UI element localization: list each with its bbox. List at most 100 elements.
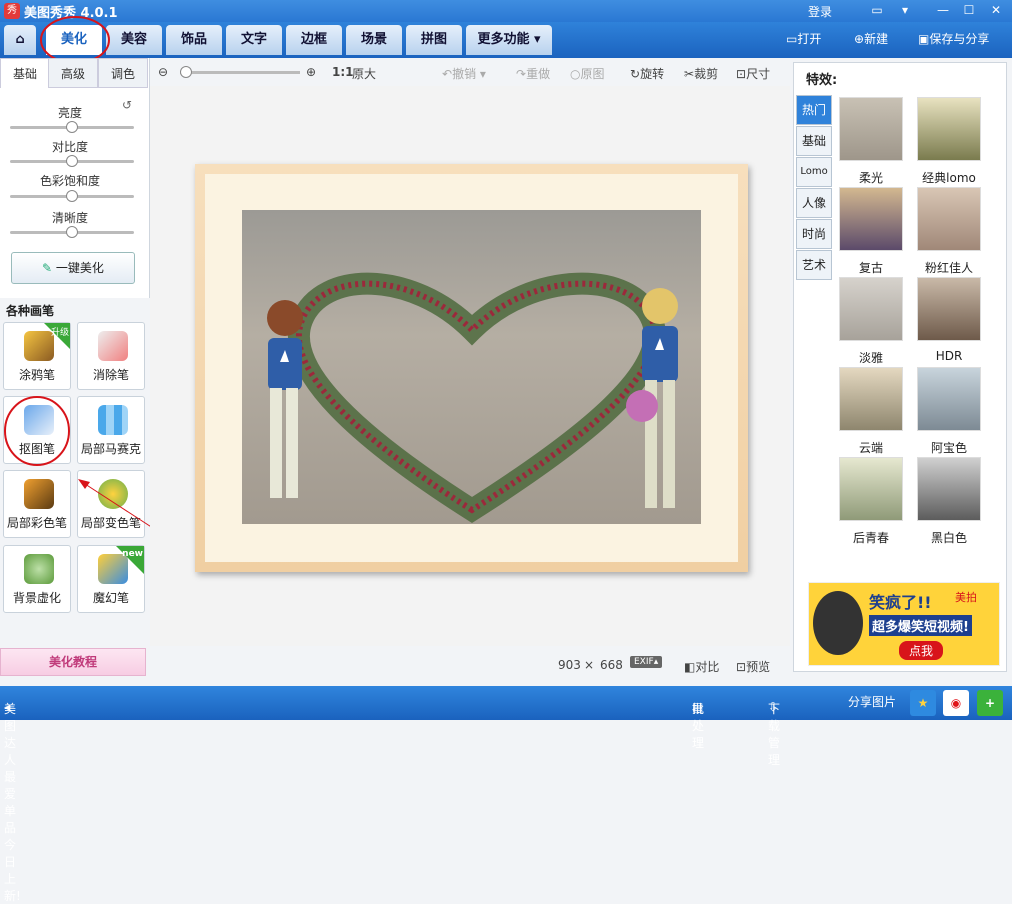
ratio-button[interactable]: 1:1 [332, 65, 354, 79]
annotation-arrowhead [78, 479, 90, 489]
redo-button[interactable]: ↷重做 [516, 65, 550, 82]
subtab-basic[interactable]: 基础 [0, 58, 50, 88]
brightness-knob[interactable] [66, 121, 78, 133]
rotate-button[interactable]: ↻旋转 [630, 65, 664, 82]
doodle-brush-label: 涂鸦笔 [18, 368, 55, 382]
brushes-heading: 各种画笔 [6, 304, 55, 318]
save-share-button[interactable]: ▣ 保存与分享 [918, 30, 989, 47]
ad-line1: 笑疯了!! [869, 593, 932, 612]
saturation-knob[interactable] [66, 190, 78, 202]
zoom-out-icon[interactable]: ⊖ [158, 65, 168, 79]
exif-label: EXIF [634, 657, 654, 667]
fx-tab-portrait[interactable]: 人像 [796, 188, 832, 218]
close-icon[interactable]: ✕ [987, 2, 1005, 18]
maximize-icon[interactable]: ☐ [960, 2, 978, 18]
effect-label-retro: 复古 [858, 261, 883, 275]
effect-thumb-hdr[interactable] [917, 277, 981, 341]
tab-text[interactable]: 文字 [226, 25, 282, 55]
ad-cta: 点我 [899, 641, 944, 660]
effect-thumb-elegant[interactable] [839, 277, 903, 341]
one-key-beautify-button[interactable]: ✎ 一键美化 [11, 252, 135, 284]
tab-collage[interactable]: 拼图 [406, 25, 462, 55]
sharpness-knob[interactable] [66, 226, 78, 238]
eraser-brush-button[interactable]: 消除笔 [77, 322, 145, 390]
compare-button[interactable]: ◧对比 [684, 658, 719, 675]
contrast-slider[interactable] [10, 155, 134, 167]
effect-thumb-youth[interactable] [839, 457, 903, 521]
effect-thumb-soft-light[interactable] [839, 97, 903, 161]
resize-button[interactable]: ⊡尺寸 [736, 65, 770, 82]
tab-scenes[interactable]: 场景 [346, 25, 402, 55]
qzone-star-icon[interactable]: ★ [910, 690, 936, 716]
sharpness-slider[interactable] [10, 226, 134, 238]
zoom-in-icon[interactable]: ⊕ [306, 65, 316, 79]
tutorial-button[interactable]: 美化教程 [0, 648, 146, 676]
effects-panel: 特效: 热门 基础 Lomo 人像 时尚 艺术 柔光 经典lomo 复古 粉红佳… [793, 62, 1007, 672]
effect-thumb-bw[interactable] [917, 457, 981, 521]
new-button[interactable]: ⊕ 新建 [854, 30, 888, 47]
tab-frames[interactable]: 边框 [286, 25, 342, 55]
effect-label-hdr: HDR [935, 349, 963, 363]
effect-label-cloud: 云端 [858, 441, 883, 455]
status-bar: ◂ 美图达人最爱单品今日上新! ▤ 批处理 ⇩ 下载管理 分享图片 ★ ◉ + [0, 686, 1012, 903]
compare-label: 对比 [695, 660, 720, 674]
plus-circle-icon: ⊕ [854, 32, 865, 46]
effect-label-bw: 黑白色 [930, 531, 967, 545]
edit-toolbar: ⊖ ⊕ 1:1 原大 ↶撤销 ▾ ↷重做 ○原图 ↻旋转 ✂裁剪 ⊡尺寸 [150, 60, 790, 86]
title-bar: 秀 美图秀秀 4.0.1 登录 ▭ ▾ — ☐ ✕ [0, 0, 1012, 22]
feedback-icon[interactable]: ▭ [868, 2, 886, 18]
saturation-slider[interactable] [10, 190, 134, 202]
tab-accessories[interactable]: 饰品 [166, 25, 222, 55]
exif-button[interactable]: EXIF▴ [630, 656, 663, 668]
open-label: 打开 [797, 32, 822, 46]
effect-thumb-cloud[interactable] [839, 367, 903, 431]
photo-scene [267, 272, 678, 524]
new-label: 新建 [864, 32, 889, 46]
fx-tab-hot[interactable]: 热门 [796, 95, 832, 125]
login-link[interactable]: 登录 [808, 3, 832, 20]
preview-button[interactable]: ⊡预览 [736, 658, 770, 675]
fx-tab-basic[interactable]: 基础 [796, 126, 832, 156]
adjust-panel: 基础 高级 调色 ↺ 亮度 对比度 色彩饱和度 清晰度 ✎ 一键美化 [0, 58, 150, 298]
upgrade-badge: 升级 [50, 328, 69, 338]
fx-tab-lomo[interactable]: Lomo [796, 157, 832, 187]
crop-button[interactable]: ✂裁剪 [684, 65, 718, 82]
effect-thumb-abao[interactable] [917, 367, 981, 431]
tab-more[interactable]: 更多功能 ▾ [466, 25, 552, 55]
ad-banner[interactable]: 笑疯了!! 美拍 超多爆笑短视频! 点我 [808, 582, 1000, 666]
effect-thumb-pink[interactable] [917, 187, 981, 251]
effect-label-elegant: 淡雅 [858, 351, 883, 365]
open-button[interactable]: ▭ 打开 [786, 30, 821, 47]
zoom-slider-knob[interactable] [180, 66, 193, 78]
subtab-advanced[interactable]: 高级 [48, 58, 98, 88]
original-size-button[interactable]: 原大 [352, 65, 376, 82]
contrast-knob[interactable] [66, 155, 78, 167]
home-tab[interactable]: ⌂ [4, 25, 36, 55]
minimize-icon[interactable]: — [934, 2, 952, 18]
doodle-brush-button[interactable]: 升级 涂鸦笔 [3, 322, 71, 390]
fx-tab-fashion[interactable]: 时尚 [796, 219, 832, 249]
effect-thumb-retro[interactable] [839, 187, 903, 251]
weibo-icon[interactable]: ◉ [943, 690, 969, 716]
zoom-slider[interactable] [180, 66, 300, 78]
save-label: 保存与分享 [929, 32, 990, 46]
redo-icon: ↷ [516, 67, 527, 81]
scissors-icon: ✂ [684, 67, 695, 81]
fx-tab-art[interactable]: 艺术 [796, 250, 832, 280]
undo-label: 撤销 [452, 67, 477, 81]
resize-icon: ⊡ [736, 67, 747, 81]
one-key-label: 一键美化 [55, 261, 104, 275]
folder-icon: ▭ [786, 32, 798, 46]
redo-label: 重做 [526, 67, 551, 81]
more-share-plus-icon[interactable]: + [977, 690, 1003, 716]
effect-thumb-classic-lomo[interactable] [917, 97, 981, 161]
menu-icon[interactable]: ▾ [896, 2, 914, 18]
original-button[interactable]: ○原图 [570, 65, 605, 82]
home-icon: ⌂ [15, 32, 25, 47]
brightness-slider[interactable] [10, 121, 134, 133]
subtab-color[interactable]: 调色 [98, 58, 148, 88]
tab-beauty[interactable]: 美容 [106, 25, 162, 55]
undo-button[interactable]: ↶撤销 ▾ [442, 65, 486, 82]
rotate-label: 旋转 [640, 67, 665, 81]
edited-photo[interactable] [242, 210, 701, 524]
